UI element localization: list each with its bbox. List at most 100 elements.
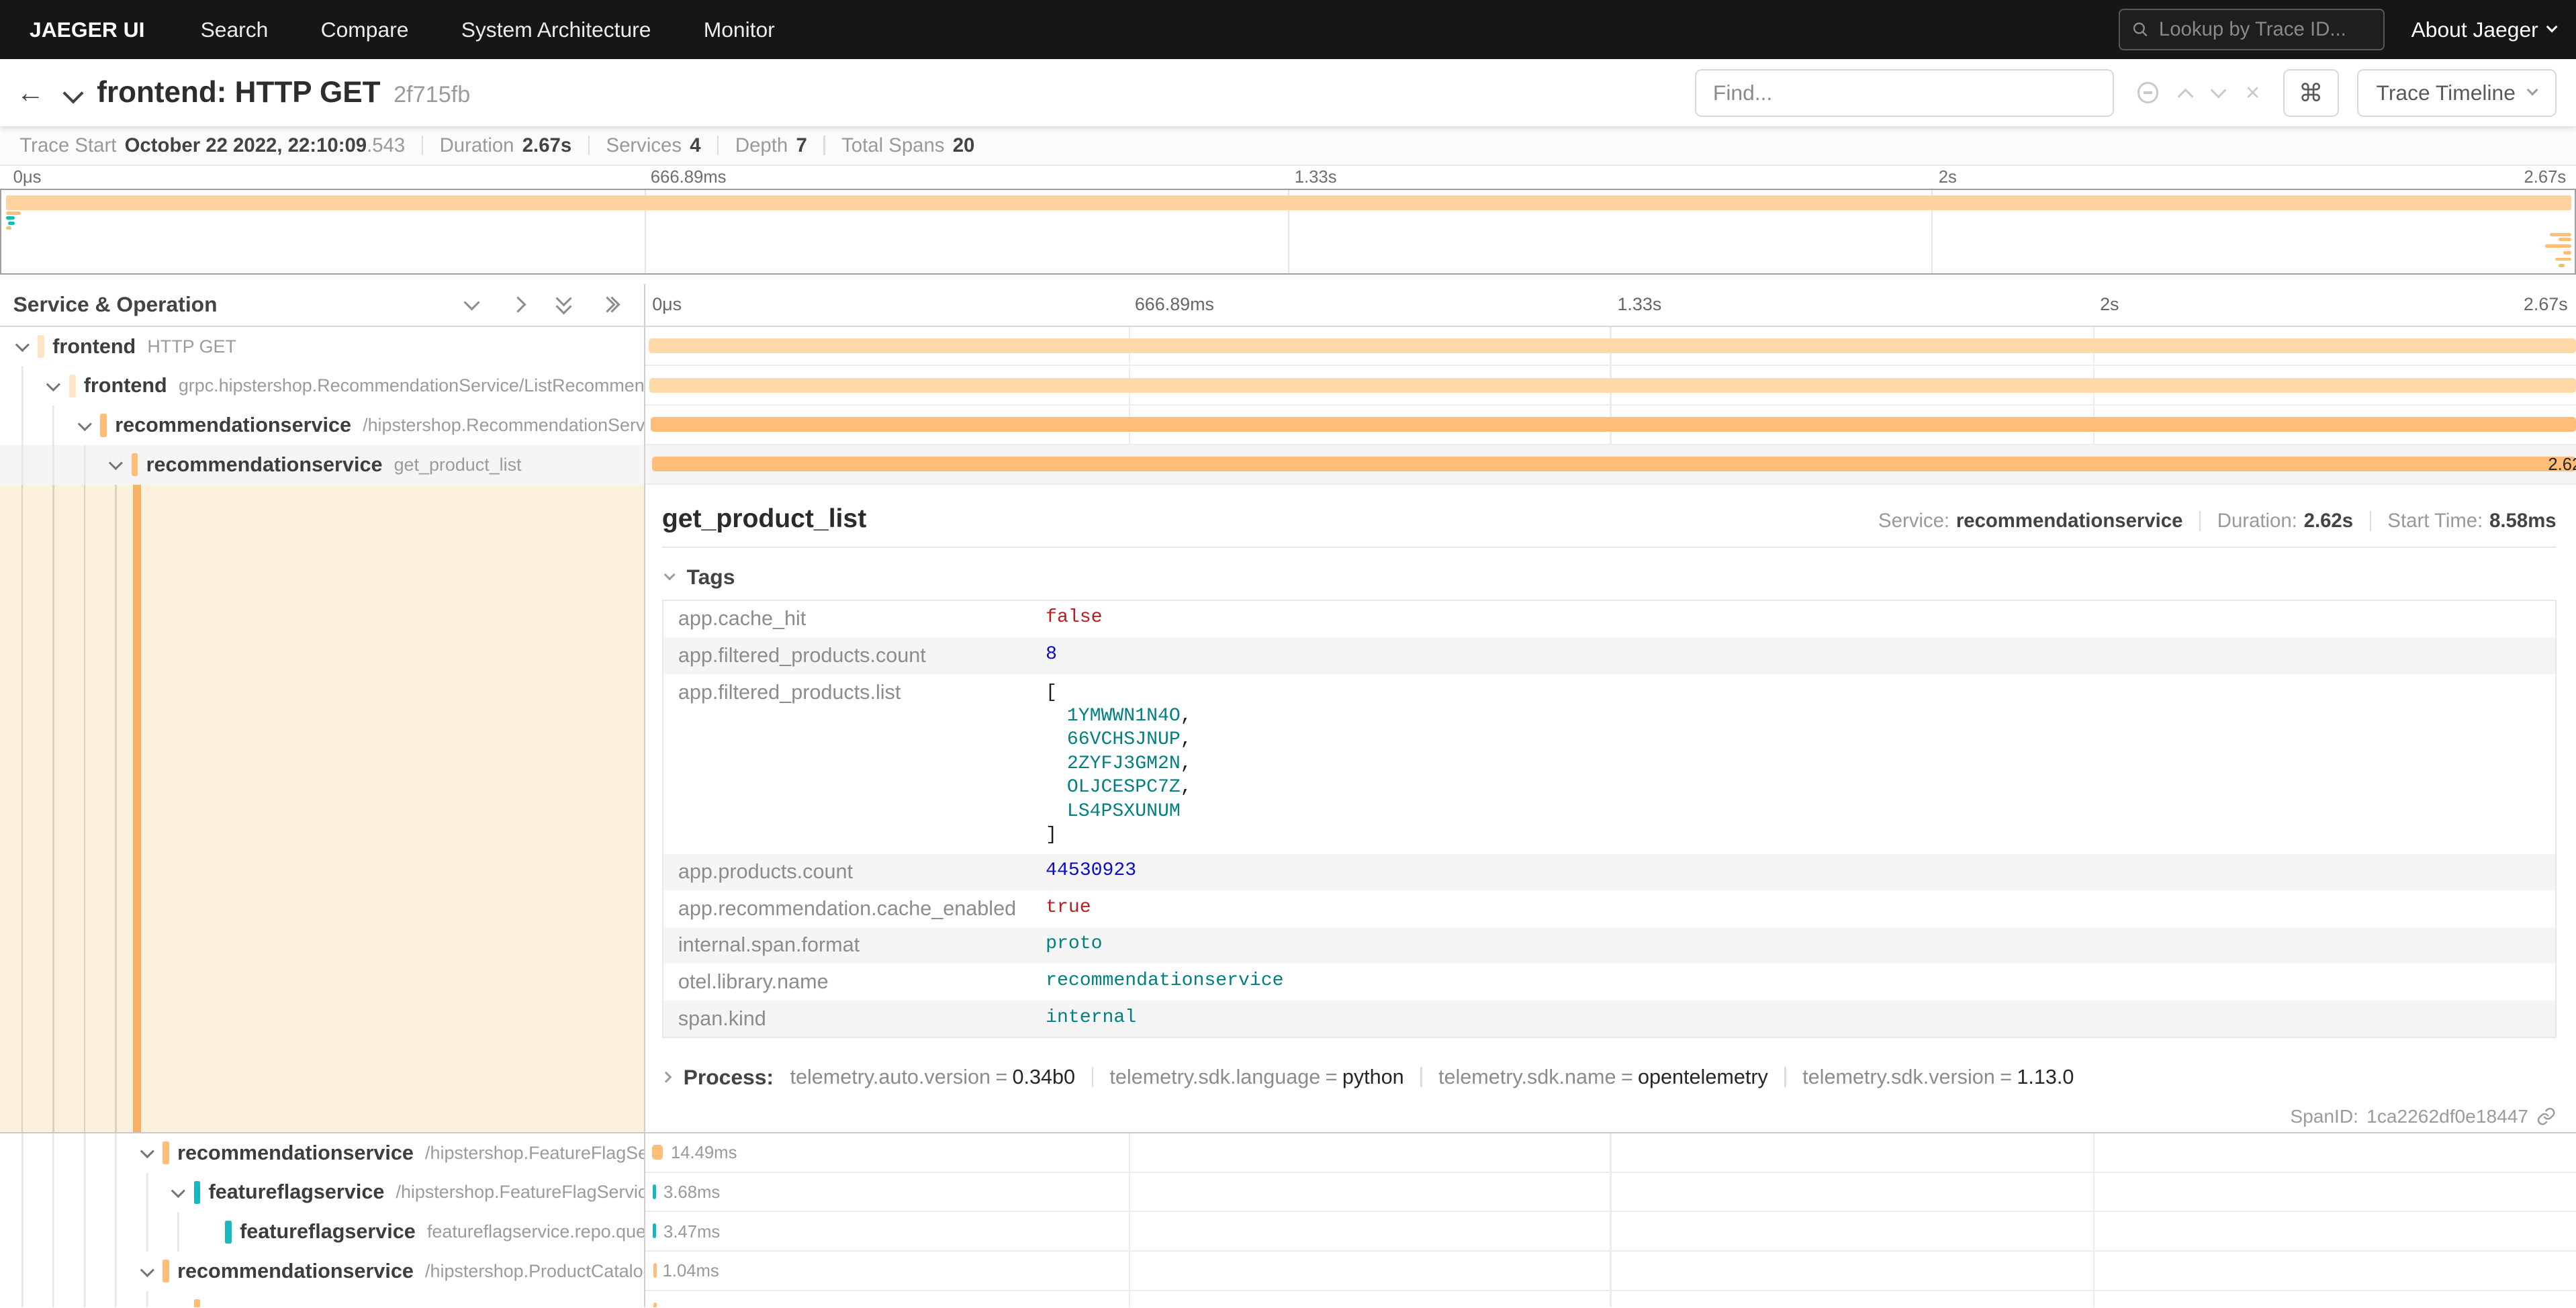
json-comma: , <box>1181 753 1192 774</box>
span-operation-name: grpc.hipstershop.RecommendationService/L… <box>179 375 646 396</box>
tag-key: app.recommendation.cache_enabled <box>663 890 1031 927</box>
span-rows-viewport: frontendHTTP GETfrontendgrpc.hipstershop… <box>0 327 2576 1308</box>
span-duration-bar[interactable] <box>653 1223 656 1238</box>
chevron-down-icon <box>171 1302 185 1307</box>
chevron-right-icon <box>660 1071 672 1082</box>
span-name-cell[interactable]: recommendationservice/hipstershop.Produc… <box>0 1252 645 1291</box>
span-bar-cell[interactable] <box>645 366 2576 406</box>
span-name-cell[interactable]: frontendgrpc.hipstershop.RecommendationS… <box>0 366 645 406</box>
time-tick: 2s <box>1939 168 1957 187</box>
expand-all-icon[interactable] <box>598 293 621 316</box>
span-id-value: 1ca2262df0e18447 <box>2366 1106 2528 1127</box>
span-duration-bar[interactable] <box>649 338 2576 353</box>
nav-item-system-architecture[interactable]: System Architecture <box>435 0 678 59</box>
span-bar-cell[interactable]: 3.47ms <box>645 1212 2576 1252</box>
span-row[interactable] <box>0 1291 2576 1308</box>
span-duration-bar[interactable] <box>653 1263 657 1278</box>
trace-minimap[interactable] <box>0 189 2576 274</box>
time-tick: 1.33s <box>1295 168 1337 187</box>
expand-one-icon[interactable] <box>506 293 529 316</box>
next-result-icon[interactable] <box>2210 82 2226 98</box>
span-duration-bar[interactable] <box>651 417 2576 432</box>
copy-link-icon[interactable] <box>2536 1107 2556 1126</box>
tag-value: 8 <box>1031 637 2556 674</box>
span-bar-cell[interactable]: 3.68ms <box>645 1173 2576 1213</box>
tree-indent-guide <box>38 1252 68 1291</box>
span-tree-toggle[interactable] <box>132 1133 163 1173</box>
find-input[interactable] <box>1695 69 2114 117</box>
collapse-all-icon[interactable] <box>552 293 575 316</box>
span-name-cell[interactable]: featureflagservice/hipstershop.FeatureFl… <box>0 1173 645 1213</box>
span-bar-cell[interactable]: 1.04ms <box>645 1252 2576 1291</box>
span-name-cell[interactable] <box>0 1291 645 1308</box>
span-row[interactable]: featureflagservicefeatureflagservice.rep… <box>0 1212 2576 1252</box>
clear-search-icon[interactable]: × <box>2246 82 2260 103</box>
summary-value-suffix: .543 <box>367 134 405 157</box>
span-duration-bar[interactable] <box>652 1145 663 1160</box>
span-tree-toggle[interactable] <box>100 445 131 485</box>
span-tree-toggle[interactable] <box>69 406 100 445</box>
chevron-down-icon <box>140 1144 154 1158</box>
tree-indent-guide <box>38 1212 68 1252</box>
detail-meta-label: Start Time: <box>2387 510 2483 532</box>
tree-indent-guide <box>100 1212 131 1252</box>
summary-value: 7 <box>796 134 807 157</box>
span-duration-bar[interactable] <box>653 1184 656 1199</box>
json-str: recommendationservice <box>1046 970 1283 991</box>
span-tree-toggle[interactable] <box>38 366 68 406</box>
span-tree-toggle[interactable] <box>163 1291 193 1308</box>
span-duration-bar[interactable] <box>653 1303 657 1307</box>
nav-item-monitor[interactable]: Monitor <box>678 0 801 59</box>
tags-accordion-header[interactable]: Tags <box>665 565 2557 590</box>
span-bar-cell[interactable] <box>645 1291 2576 1308</box>
back-button[interactable]: ← <box>16 77 59 109</box>
json-num: 44530923 <box>1046 860 1136 881</box>
tag-row: span.kindinternal <box>663 1000 2556 1038</box>
span-name-cell[interactable]: recommendationserviceget_product_list <box>0 445 645 485</box>
span-row[interactable]: frontendgrpc.hipstershop.RecommendationS… <box>0 366 2576 406</box>
prev-result-icon[interactable] <box>2178 88 2194 104</box>
equals-sign: = <box>1616 1066 1639 1089</box>
collapse-one-icon[interactable] <box>461 293 484 316</box>
span-row[interactable]: recommendationserviceget_product_list2.6… <box>0 445 2576 485</box>
span-row[interactable]: featureflagservice/hipstershop.FeatureFl… <box>0 1173 2576 1213</box>
nav-item-search[interactable]: Search <box>174 0 294 59</box>
span-bar-cell[interactable] <box>645 327 2576 367</box>
span-tree-toggle[interactable] <box>132 1252 163 1291</box>
service-color-chip <box>163 1260 169 1282</box>
tree-indent-guide <box>7 1291 38 1308</box>
span-row[interactable]: frontendHTTP GET <box>0 327 2576 367</box>
span-tree-toggle[interactable] <box>163 1173 193 1213</box>
keyboard-shortcuts-button[interactable]: ⌘ <box>2283 69 2339 117</box>
process-tag-value: 0.34b0 <box>1013 1066 1076 1089</box>
view-selector-button[interactable]: Trace Timeline <box>2357 69 2557 117</box>
span-row[interactable]: recommendationservice/hipstershop.Recomm… <box>0 406 2576 445</box>
span-bar-cell[interactable] <box>645 406 2576 445</box>
span-name-cell[interactable]: featureflagservicefeatureflagservice.rep… <box>0 1212 645 1252</box>
process-tag-value: 1.13.0 <box>2017 1066 2074 1089</box>
trace-lookup-box[interactable] <box>2119 9 2385 50</box>
app-logo[interactable]: JAEGER UI <box>0 17 174 42</box>
tree-indent-guide <box>163 1212 193 1252</box>
trace-collapse-toggle[interactable] <box>66 78 81 107</box>
tag-row: app.cache_hitfalse <box>663 600 2556 638</box>
tag-key: internal.span.format <box>663 927 1031 964</box>
span-row[interactable]: recommendationservice/hipstershop.Produc… <box>0 1252 2576 1291</box>
span-duration-bar[interactable] <box>649 378 2576 393</box>
span-bar-cell[interactable]: 2.62s <box>645 445 2576 485</box>
span-duration-bar[interactable] <box>652 457 2576 471</box>
span-name-cell[interactable]: frontendHTTP GET <box>0 327 645 367</box>
nav-menu: SearchCompareSystem ArchitectureMonitor <box>174 0 800 59</box>
trace-lookup-input[interactable] <box>2159 18 2372 41</box>
tag-value: false <box>1031 600 2556 638</box>
process-accordion-header[interactable]: Process: telemetry.auto.version=0.34b0te… <box>662 1065 2557 1090</box>
span-operation-name: HTTP GET <box>147 336 236 357</box>
about-jaeger-menu[interactable]: About Jaeger <box>2411 17 2557 42</box>
span-name-cell[interactable]: recommendationservice/hipstershop.Featur… <box>0 1133 645 1173</box>
zoom-out-icon[interactable] <box>2137 82 2159 103</box>
nav-item-compare[interactable]: Compare <box>294 0 434 59</box>
span-tree-toggle[interactable] <box>7 327 38 367</box>
span-row[interactable]: recommendationservice/hipstershop.Featur… <box>0 1133 2576 1173</box>
span-name-cell[interactable]: recommendationservice/hipstershop.Recomm… <box>0 406 645 445</box>
span-bar-cell[interactable]: 14.49ms <box>645 1133 2576 1173</box>
